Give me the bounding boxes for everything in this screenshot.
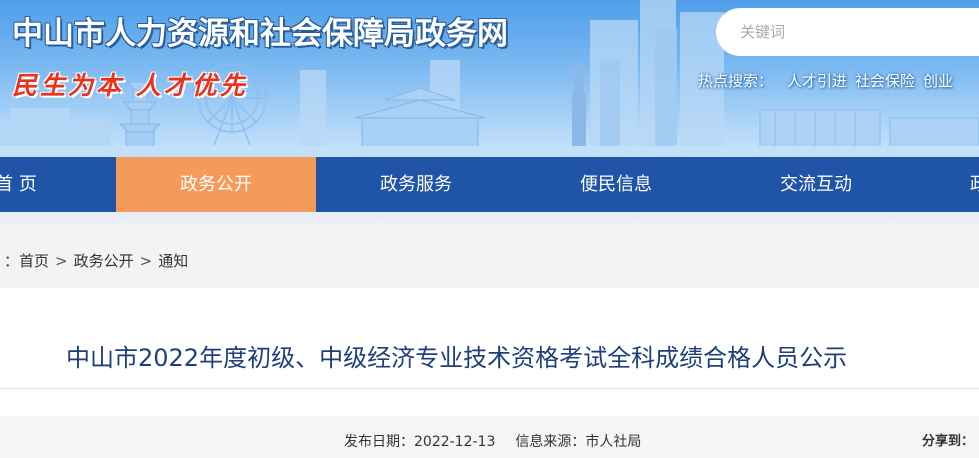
nav-item-home[interactable]: 首 页 <box>0 157 116 212</box>
breadcrumb-separator: > <box>55 252 68 270</box>
title-divider <box>0 388 979 389</box>
nav-item-public-info[interactable]: 便民信息 <box>516 157 716 212</box>
breadcrumb-separator: > <box>139 252 153 270</box>
search-input[interactable] <box>740 20 970 44</box>
breadcrumb-item-notice[interactable]: 通知 <box>158 252 188 270</box>
nav-item-more-label: 政 <box>970 157 979 212</box>
hot-search-label: 热点搜索： <box>698 72 774 90</box>
info-source-label: 信息来源： <box>515 434 586 450</box>
publish-date-label: 发布日期： <box>344 434 414 450</box>
breadcrumb-top-strip <box>0 212 979 232</box>
site-slogan: 民生为本 人才优先 <box>12 71 248 100</box>
search-box <box>716 8 979 56</box>
breadcrumb-item-gov-affairs-open[interactable]: 政务公开 <box>74 252 134 270</box>
page: 中山市人力资源和社会保障局政务网 民生为本 人才优先 热点搜索： 人才引进社会保险… <box>0 0 979 458</box>
article-title: 中山市2022年度初级、中级经济专业技术资格考试全科成绩合格人员公示 <box>66 344 848 372</box>
article-meta-bar: 发布日期：2022-12-13 信息来源：市人社局 分享到： <box>0 416 979 458</box>
nav-item-more[interactable]: 政 <box>916 157 979 212</box>
main-nav: 首 页 政务公开 政务服务 便民信息 交流互动 政 <box>0 157 979 212</box>
hot-search: 热点搜索： 人才引进 社会保险 创业 <box>698 70 961 91</box>
nav-item-interaction[interactable]: 交流互动 <box>716 157 916 212</box>
hot-search-link-talent[interactable]: 人才引进 <box>787 72 847 90</box>
nav-item-gov-affairs-open[interactable]: 政务公开 <box>116 157 316 212</box>
share-label: 分享到： <box>922 434 975 449</box>
article-area: 中山市2022年度初级、中级经济专业技术资格考试全科成绩合格人员公示 发布日期：… <box>0 288 979 458</box>
site-header-banner: 中山市人力资源和社会保障局政务网 民生为本 人才优先 热点搜索： 人才引进社会保险… <box>0 0 979 157</box>
breadcrumb-item-home[interactable]: 首页 <box>19 252 49 270</box>
article-meta: 发布日期：2022-12-13 信息来源：市人社局 <box>344 431 641 451</box>
breadcrumb: ：首页 > 政务公开 > 通知 <box>4 250 188 271</box>
hot-search-link-social-insurance[interactable]: 社会保险 <box>855 72 915 90</box>
breadcrumb-bar: ：首页 > 政务公开 > 通知 <box>0 212 979 288</box>
nav-item-gov-services[interactable]: 政务服务 <box>316 157 516 212</box>
info-source: 市人社局 <box>585 434 642 450</box>
site-title: 中山市人力资源和社会保障局政务网 <box>12 16 508 52</box>
publish-date: 2022-12-13 <box>414 434 496 450</box>
breadcrumb-prefix: ： <box>4 252 20 270</box>
hot-search-link-startup[interactable]: 创业 <box>923 72 953 90</box>
